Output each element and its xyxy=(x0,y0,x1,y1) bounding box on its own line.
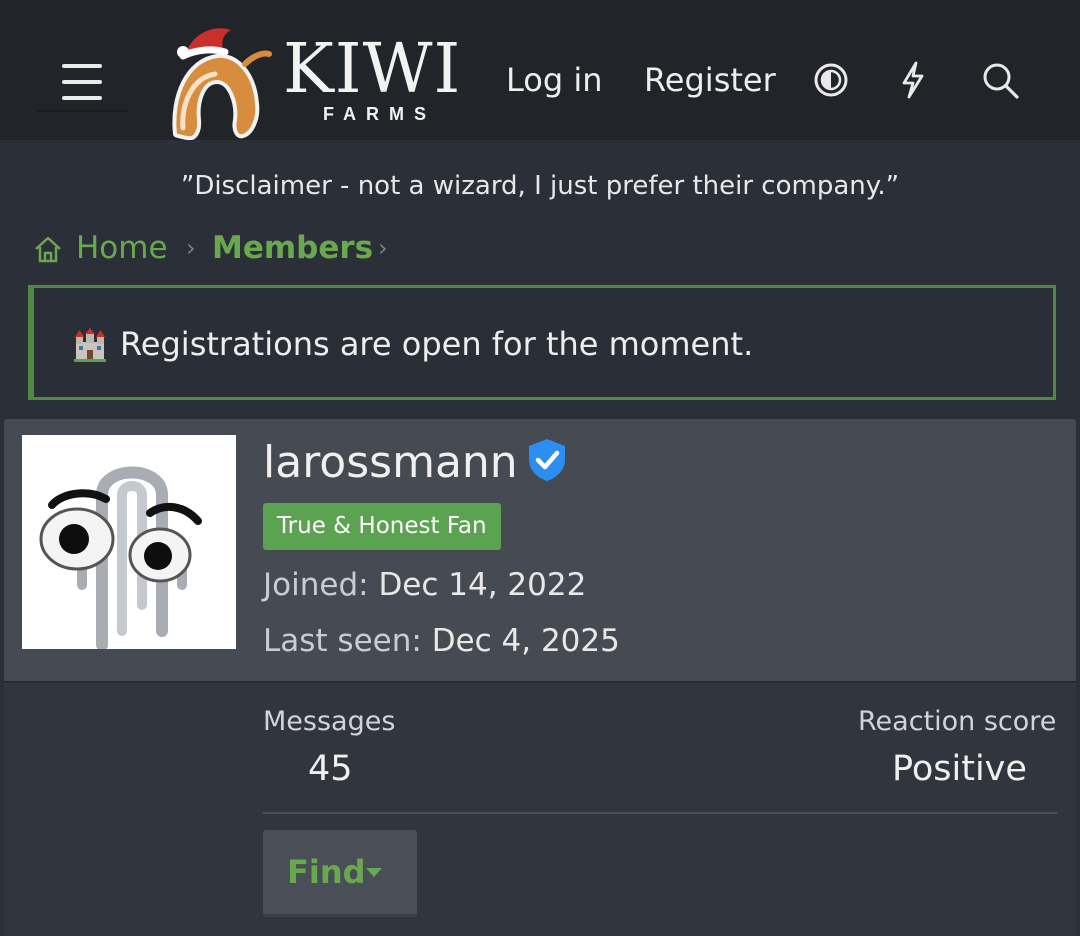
logo-title: KIWI xyxy=(283,30,462,109)
theme-toggle-button[interactable] xyxy=(809,58,853,102)
search-button[interactable] xyxy=(978,58,1022,102)
stats-divider xyxy=(263,812,1057,814)
joined-date: Dec 14, 2022 xyxy=(378,567,587,603)
user-title-badge: True & Honest Fan xyxy=(263,503,501,550)
chevron-right-icon: › xyxy=(186,234,196,262)
site-header: KIWI FARMS Log in Register xyxy=(0,0,1080,140)
caret-down-icon xyxy=(366,868,382,877)
reaction-score-value: Positive xyxy=(892,749,1027,789)
menu-icon-bar xyxy=(62,64,102,68)
breadcrumb-home[interactable]: Home xyxy=(76,228,168,268)
username[interactable]: larossmann xyxy=(263,437,518,489)
theme-toggle-icon xyxy=(814,63,848,97)
search-icon xyxy=(983,63,1019,99)
messages-label: Messages xyxy=(263,706,396,737)
whats-new-icon xyxy=(902,61,924,99)
last-seen-label: Last seen: xyxy=(263,623,422,659)
logo-subtitle: FARMS xyxy=(323,104,436,124)
kiwi-bird-logo-icon xyxy=(172,28,272,140)
last-seen-date: Dec 4, 2025 xyxy=(431,623,620,659)
paperclip-avatar-icon xyxy=(39,466,202,651)
breadcrumb-members[interactable]: Members xyxy=(212,228,373,268)
verified-badge-icon xyxy=(529,439,565,481)
registration-notice: Registrations are open for the moment. xyxy=(28,285,1056,400)
messages-count[interactable]: 45 xyxy=(308,747,353,791)
avatar[interactable] xyxy=(22,435,236,651)
menu-button[interactable] xyxy=(36,42,128,114)
chevron-right-icon: › xyxy=(378,234,388,262)
reaction-score-label: Reaction score xyxy=(858,706,1057,737)
last-seen-row: Last seen: Dec 4, 2025 xyxy=(263,621,620,661)
site-disclaimer: ”Disclaimer - not a wizard, I just prefe… xyxy=(180,171,900,201)
joined-row: Joined: Dec 14, 2022 xyxy=(263,565,586,605)
find-menu-button[interactable]: Find xyxy=(263,830,417,917)
member-profile-card: larossmann True & Honest Fan Joined: Dec… xyxy=(4,419,1076,936)
menu-icon-bar xyxy=(62,80,102,84)
joined-label: Joined: xyxy=(263,567,369,603)
home-icon[interactable] xyxy=(32,233,64,265)
login-link[interactable]: Log in xyxy=(506,60,603,100)
menu-icon-bar xyxy=(62,96,102,100)
find-label: Find xyxy=(287,853,366,891)
site-logo[interactable]: KIWI FARMS xyxy=(165,16,495,140)
notice-text: Registrations are open for the moment. xyxy=(120,325,754,363)
whats-new-button[interactable] xyxy=(891,58,935,102)
menu-underline xyxy=(36,110,128,112)
register-link[interactable]: Register xyxy=(644,60,776,100)
castle-icon xyxy=(74,328,106,362)
